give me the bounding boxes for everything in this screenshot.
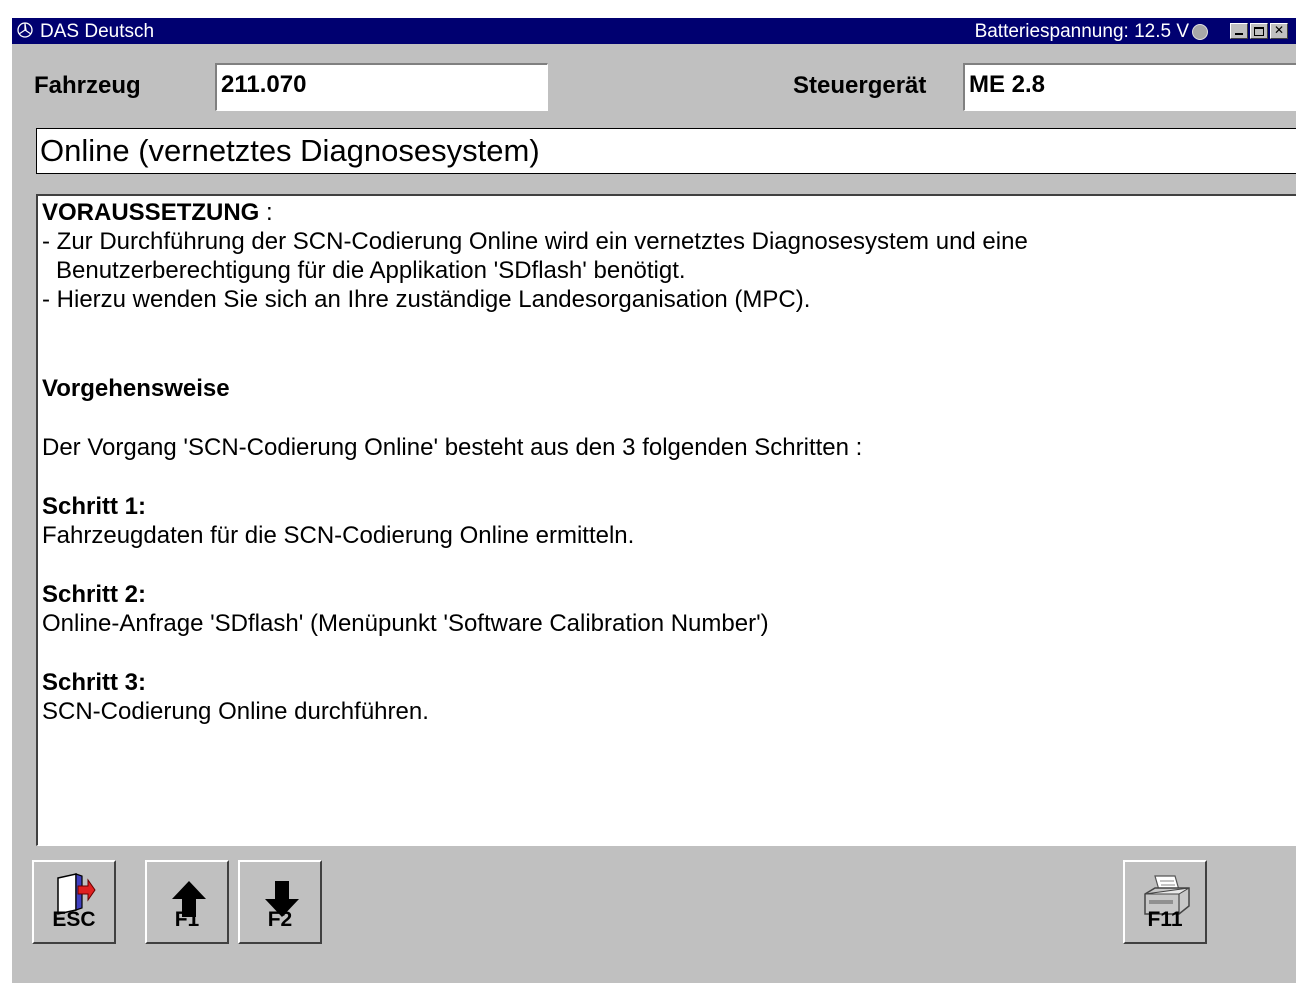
vehicle-label: Fahrzeug [34, 72, 141, 99]
step-text: Online-Anfrage 'SDflash' (Menüpunkt 'Sof… [42, 610, 769, 637]
step-title: Schritt 3: [42, 669, 147, 696]
esc-label: ESC [52, 908, 96, 931]
procedure-heading: Vorgehensweise [42, 375, 230, 402]
f1-label: F1 [174, 908, 200, 931]
ecu-label: Steuergerät [793, 72, 927, 99]
mercedes-star-icon [17, 22, 33, 38]
info-text-panel: VORAUSSETZUNG : - Zur Durchführung der S… [36, 194, 1296, 846]
prereq-text-1: - Zur Durchführung der SCN-Codierung Onl… [42, 228, 1028, 255]
procedure-intro: Der Vorgang 'SCN-Codierung Online' beste… [42, 434, 863, 461]
f2-button[interactable]: F2 [238, 860, 322, 944]
ecu-field: ME 2.8 [963, 63, 1296, 111]
f1-button[interactable]: F1 [145, 860, 229, 944]
vehicle-field: 211.070 [215, 63, 548, 111]
step-text: Fahrzeugdaten für die SCN-Codierung Onli… [42, 522, 635, 549]
prereq-heading: VORAUSSETZUNG [42, 199, 260, 226]
battery-voltage: Batteriespannung: 12.5 V [974, 21, 1189, 42]
minimize-button[interactable] [1230, 23, 1248, 39]
prereq-text-3: - Hierzu wenden Sie sich an Ihre zuständ… [42, 286, 811, 313]
maximize-button[interactable] [1250, 23, 1268, 39]
close-button[interactable] [1270, 23, 1288, 39]
prereq-colon: : [259, 199, 273, 226]
prereq-line: VORAUSSETZUNG : [42, 198, 1296, 227]
step-title: Schritt 2: [42, 581, 147, 608]
f11-label: F11 [1147, 908, 1183, 931]
f2-label: F2 [267, 908, 293, 931]
f11-button[interactable]: F11 [1123, 860, 1207, 944]
esc-button[interactable]: ESC [32, 860, 116, 944]
battery-indicator-icon [1192, 24, 1208, 40]
title-bar: DAS Deutsch Batteriespannung: 12.5 V [12, 18, 1296, 44]
das-window: DAS Deutsch Batteriespannung: 12.5 V Fah… [10, 16, 1296, 983]
step-title: Schritt 1: [42, 493, 147, 520]
prereq-text-2: Benutzerberechtigung für die Applikation… [56, 257, 686, 284]
step-text: SCN-Codierung Online durchführen. [42, 698, 429, 725]
page-title: Online (vernetztes Diagnosesystem) [36, 128, 1296, 174]
window-title: DAS Deutsch [40, 21, 155, 42]
